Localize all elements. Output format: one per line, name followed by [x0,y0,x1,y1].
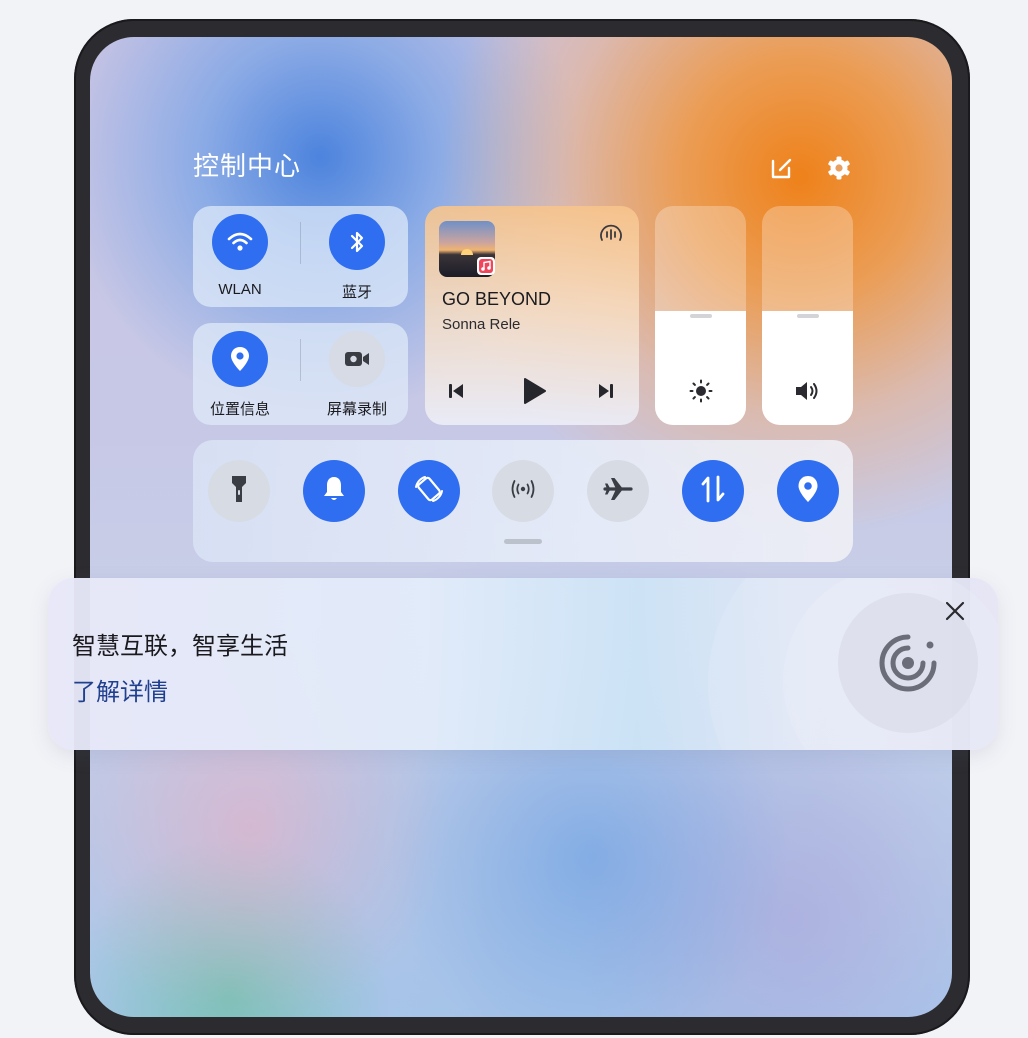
flashlight-toggle[interactable] [208,460,270,522]
quick-toggles-panel [193,440,853,562]
wifi-icon [226,230,254,254]
sun-icon [689,379,713,408]
previous-icon[interactable] [447,382,465,405]
divider [300,339,301,381]
divider [300,222,301,264]
panel-drag-handle[interactable] [504,539,542,544]
nfc-icon [508,478,538,505]
auto-rotate-toggle[interactable] [398,460,460,522]
volume-level [762,311,853,425]
location-label: 位置信息 [209,401,270,418]
slider-handle[interactable] [797,314,819,318]
speaker-icon [794,380,820,407]
flashlight-icon [230,474,248,509]
bluetooth-icon [348,229,366,255]
airplane-mode-toggle[interactable] [587,460,649,522]
bell-icon [322,475,346,508]
screen-record-label: 屏幕录制 [326,401,387,418]
banner-headline: 智慧互联，智享生活 [72,633,288,660]
bluetooth-label: 蓝牙 [341,284,372,301]
song-title: GO BEYOND [442,289,552,309]
bluetooth-toggle[interactable] [329,214,385,270]
brightness-slider[interactable] [655,206,746,425]
screen-record-toggle[interactable] [329,331,385,387]
nfc-toggle[interactable] [492,460,554,522]
slider-handle[interactable] [690,314,712,318]
gear-icon[interactable] [826,155,852,181]
edit-icon[interactable] [769,155,795,181]
play-icon[interactable] [521,377,547,410]
video-camera-icon [344,350,370,368]
music-note-icon [477,257,495,275]
volume-slider[interactable] [762,206,853,425]
airplane-icon [602,475,634,508]
mobile-data-toggle[interactable] [682,460,744,522]
location-pin-icon [230,346,250,372]
learn-more-link[interactable]: 了解详情 [72,672,168,707]
wlan-toggle[interactable] [212,214,268,270]
location-pin-icon [797,475,819,508]
notification-bell-toggle[interactable] [303,460,365,522]
audio-output-icon[interactable] [598,222,624,251]
promo-banner[interactable]: 智慧互联，智享生活 了解详情 [48,578,998,750]
mobile-data-icon [700,474,726,509]
rotate-icon [413,473,445,510]
location-toggle[interactable] [212,331,268,387]
control-center-title: 控制中心 [193,151,302,181]
location-quick-toggle[interactable] [777,460,839,522]
close-icon[interactable] [944,600,966,627]
next-icon[interactable] [597,382,615,405]
artist-name: Sonna Rele [442,316,521,333]
wlan-label: WLAN [218,281,262,298]
